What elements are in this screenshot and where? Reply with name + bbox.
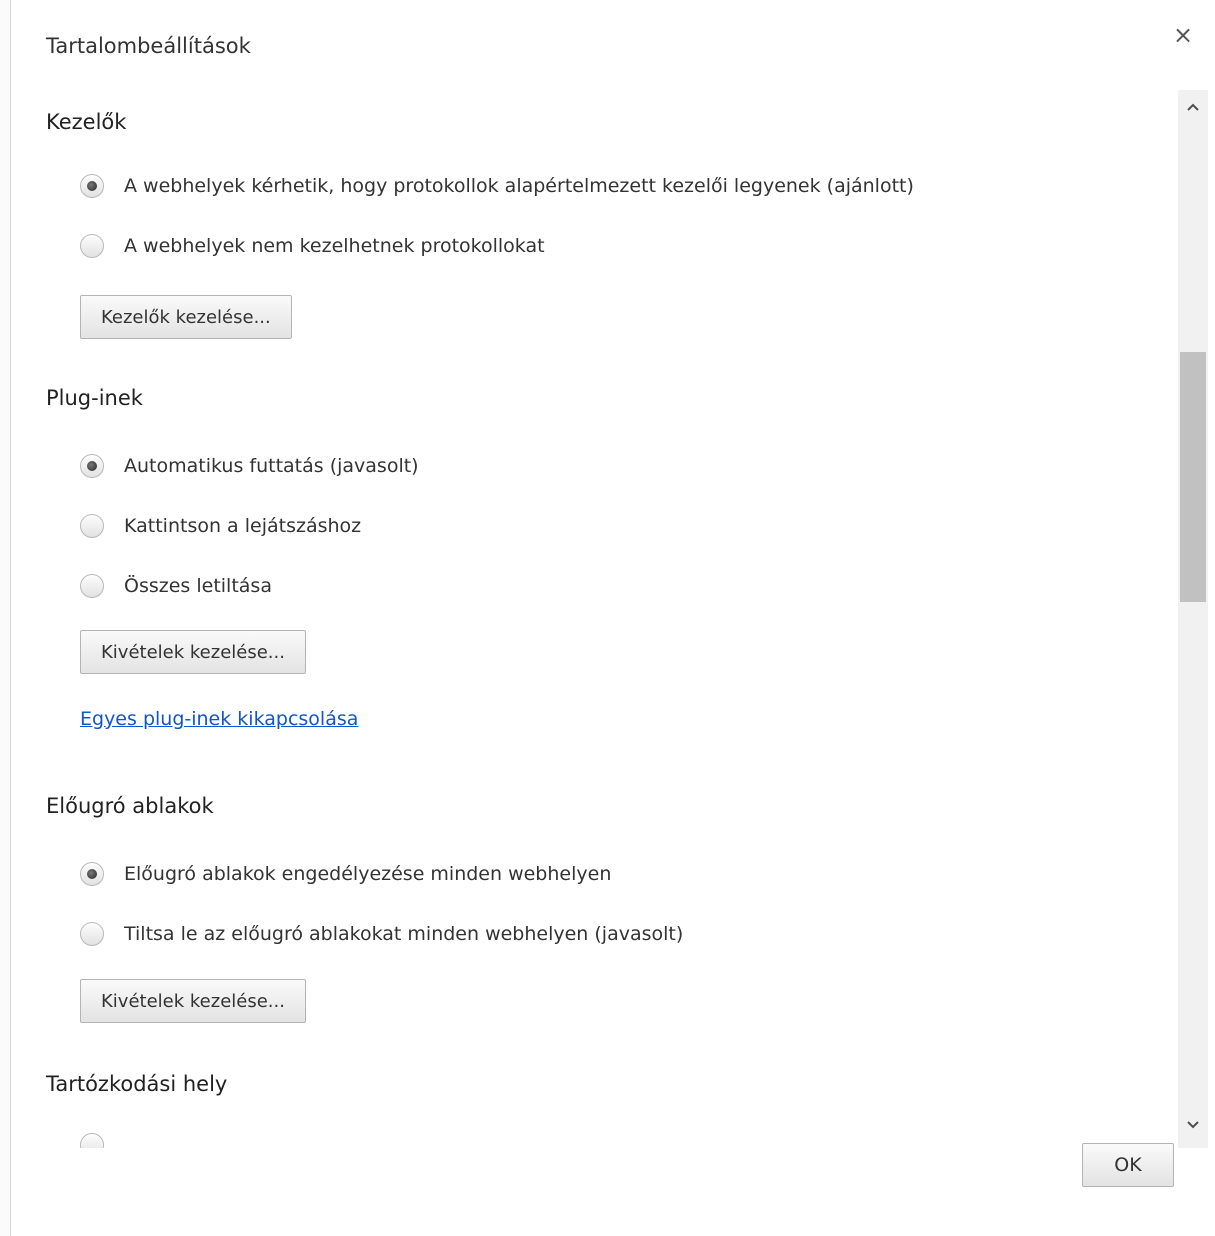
chevron-down-icon	[1187, 1121, 1199, 1129]
scroll-up-button[interactable]	[1178, 94, 1208, 120]
popups-option-block[interactable]: Tiltsa le az előugró ablakokat minden we…	[80, 919, 683, 949]
location-option-partial[interactable]	[80, 1130, 124, 1148]
plugins-option-auto[interactable]: Automatikus futtatás (javasolt)	[80, 451, 419, 481]
popups-heading: Előugró ablakok	[46, 794, 214, 818]
manage-popup-exceptions-button[interactable]: Kivételek kezelése...	[80, 979, 306, 1023]
radio-label: A webhelyek nem kezelhetnek protokolloka…	[124, 235, 545, 257]
handlers-heading: Kezelők	[46, 110, 127, 134]
radio-button-selected[interactable]	[80, 862, 104, 886]
radio-label: Automatikus futtatás (javasolt)	[124, 455, 419, 477]
plugins-option-block-all[interactable]: Összes letiltása	[80, 571, 272, 601]
close-icon: ×	[1172, 21, 1194, 49]
scroll-down-button[interactable]	[1178, 1112, 1208, 1138]
radio-dot	[87, 461, 97, 471]
disable-individual-plugins-link[interactable]: Egyes plug-inek kikapcsolása	[80, 708, 358, 730]
plugins-heading: Plug-inek	[46, 386, 143, 410]
radio-label: Összes letiltása	[124, 575, 272, 597]
radio-label: A webhelyek kérhetik, hogy protokollok a…	[124, 175, 914, 197]
manage-plugin-exceptions-button[interactable]: Kivételek kezelése...	[80, 630, 306, 674]
radio-button[interactable]	[80, 574, 104, 598]
manage-handlers-button[interactable]: Kezelők kezelése...	[80, 295, 292, 339]
chevron-up-icon	[1187, 103, 1199, 111]
radio-button[interactable]	[80, 1133, 104, 1148]
radio-button-selected[interactable]	[80, 454, 104, 478]
radio-label: Tiltsa le az előugró ablakokat minden we…	[124, 923, 684, 945]
radio-label: Kattintson a lejátszáshoz	[124, 515, 362, 537]
radio-button[interactable]	[80, 514, 104, 538]
handlers-option-deny[interactable]: A webhelyek nem kezelhetnek protokolloka…	[80, 231, 545, 261]
radio-button[interactable]	[80, 922, 104, 946]
radio-dot	[87, 869, 97, 879]
radio-label: Előugró ablakok engedélyezése minden web…	[124, 863, 612, 885]
scroll-thumb[interactable]	[1180, 352, 1206, 602]
plugins-option-click-to-play[interactable]: Kattintson a lejátszáshoz	[80, 511, 361, 541]
close-button[interactable]: ×	[1170, 21, 1196, 49]
location-heading: Tartózkodási hely	[46, 1072, 228, 1096]
ok-button[interactable]: OK	[1082, 1143, 1174, 1187]
settings-content: Kezelők A webhelyek kérhetik, hogy proto…	[11, 90, 1175, 1148]
vertical-scrollbar[interactable]	[1178, 90, 1208, 1148]
radio-button[interactable]	[80, 234, 104, 258]
popups-option-allow[interactable]: Előugró ablakok engedélyezése minden web…	[80, 859, 611, 889]
radio-button-selected[interactable]	[80, 174, 104, 198]
radio-dot	[87, 181, 97, 191]
handlers-option-allow[interactable]: A webhelyek kérhetik, hogy protokollok a…	[80, 171, 914, 201]
window-left-edge	[0, 0, 11, 1236]
dialog-title: Tartalombeállítások	[46, 34, 251, 58]
